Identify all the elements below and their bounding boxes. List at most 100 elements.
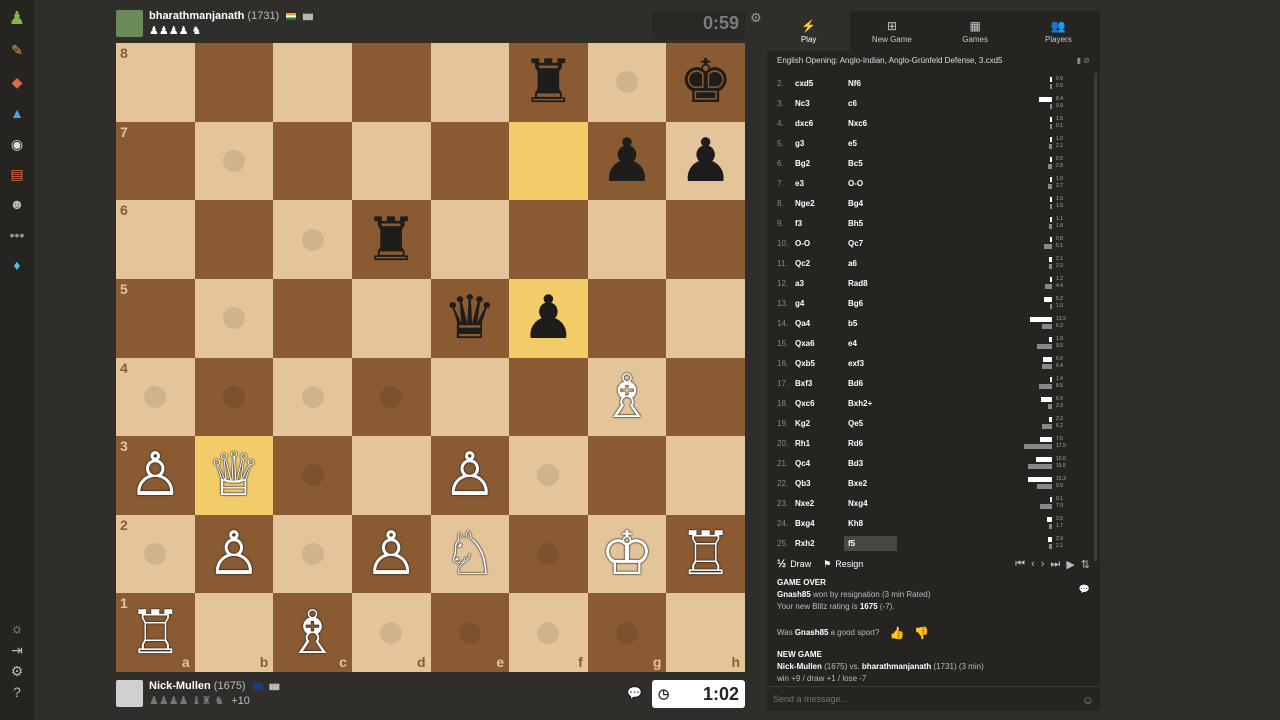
- square-f5[interactable]: ♟: [509, 278, 588, 358]
- chess-board[interactable]: 8 ♜ ♚ 7 ♟ ♟ 6 ♜ 5 ♛ ♟ 4 ♗ ♙ 3 ♕ ♙ 2 ♙ ♙ ♘ ♔ ♖ ♖ 1 a b ♗ c d e f g h: [116, 43, 745, 672]
- square-h6[interactable]: [666, 200, 745, 279]
- chat-options-icon[interactable]: 💬: [1079, 584, 1090, 595]
- black-move[interactable]: a6: [848, 259, 901, 268]
- square-a7[interactable]: 7: [116, 121, 195, 201]
- square-h2[interactable]: ♖: [666, 514, 745, 594]
- first-move-icon[interactable]: ⏮: [1015, 558, 1025, 571]
- legal-move-dot[interactable]: [222, 307, 245, 330]
- tab-play[interactable]: ⚡ Play: [767, 11, 851, 51]
- black-move[interactable]: Bxe2: [848, 479, 901, 488]
- legal-move-dot[interactable]: [380, 621, 403, 644]
- message-input[interactable]: [773, 693, 1053, 705]
- white-move[interactable]: Nxe2: [795, 499, 848, 508]
- legal-move-dot[interactable]: [616, 621, 639, 644]
- white-piece-icon[interactable]: ♙: [364, 524, 418, 584]
- square-c3[interactable]: [273, 436, 352, 515]
- black-move[interactable]: Bg6: [848, 299, 901, 308]
- square-f1[interactable]: f: [509, 593, 588, 672]
- black-move[interactable]: c6: [848, 99, 901, 108]
- white-move[interactable]: f3: [795, 219, 848, 228]
- logout-icon[interactable]: ⇥: [7, 640, 27, 660]
- black-move[interactable]: Qc7: [848, 239, 901, 248]
- square-a3[interactable]: ♙ 3: [116, 436, 195, 515]
- social-icon[interactable]: ☻: [7, 194, 27, 214]
- square-e2[interactable]: ♘: [430, 514, 510, 594]
- square-b1[interactable]: b: [194, 593, 274, 672]
- puzzle-icon[interactable]: ✎: [7, 40, 27, 60]
- square-f6[interactable]: [509, 200, 588, 279]
- white-move[interactable]: O-O: [795, 239, 848, 248]
- tab-new-game[interactable]: ⊞ New Game: [850, 11, 933, 51]
- white-move[interactable]: Nc3: [795, 99, 848, 108]
- legal-move-dot[interactable]: [380, 385, 403, 408]
- white-piece-icon[interactable]: ♙: [128, 445, 182, 505]
- move-list[interactable]: 2. cxd5 Nf6 0.9 0.9 3. Nc3 c6 8.4 0.9 4. dxc6 Nxc6 1.…: [767, 73, 1100, 561]
- black-move[interactable]: Bc5: [848, 159, 901, 168]
- help-icon[interactable]: ?: [7, 682, 27, 702]
- black-move[interactable]: Qe5: [848, 419, 901, 428]
- black-piece-icon[interactable]: ♜: [364, 210, 418, 270]
- black-move[interactable]: Kh8: [848, 519, 901, 528]
- square-e1[interactable]: e: [430, 593, 510, 672]
- square-g3[interactable]: [587, 436, 667, 515]
- legal-move-dot[interactable]: [144, 543, 167, 566]
- white-move[interactable]: Rxh2: [795, 539, 848, 548]
- white-move[interactable]: Qb3: [795, 479, 848, 488]
- white-piece-icon[interactable]: ♖: [128, 603, 182, 663]
- chat-icon[interactable]: 💬: [627, 686, 642, 700]
- move-list-scrollbar[interactable]: [1094, 73, 1097, 561]
- white-move[interactable]: Rh1: [795, 439, 848, 448]
- learn-icon[interactable]: ▲: [7, 103, 27, 123]
- square-c7[interactable]: [273, 121, 352, 201]
- black-move[interactable]: Bd3: [848, 459, 901, 468]
- legal-move-dot[interactable]: [301, 385, 324, 408]
- square-b8[interactable]: [194, 43, 274, 122]
- white-piece-icon[interactable]: ♔: [600, 524, 654, 584]
- square-c6[interactable]: [273, 200, 352, 279]
- black-piece-icon[interactable]: ♟: [600, 131, 654, 191]
- sport-q-name[interactable]: Gnash85: [795, 627, 829, 639]
- white-move[interactable]: g4: [795, 299, 848, 308]
- square-f2[interactable]: [509, 514, 588, 594]
- white-piece-icon[interactable]: ♙: [207, 524, 261, 584]
- black-move[interactable]: b5: [848, 319, 901, 328]
- black-move[interactable]: Bg4: [848, 199, 901, 208]
- square-g6[interactable]: [587, 200, 667, 279]
- black-move[interactable]: Nf6: [848, 79, 901, 88]
- ng-white[interactable]: Nick-Mullen: [777, 662, 822, 671]
- legal-move-dot[interactable]: [537, 621, 560, 644]
- square-h7[interactable]: ♟: [666, 121, 745, 201]
- square-e6[interactable]: [430, 200, 510, 279]
- square-f8[interactable]: ♜: [509, 43, 588, 122]
- square-a5[interactable]: 5: [116, 278, 195, 358]
- square-g7[interactable]: ♟: [587, 121, 667, 201]
- white-move[interactable]: dxc6: [795, 119, 848, 128]
- next-move-icon[interactable]: ›: [1041, 558, 1045, 571]
- square-d4[interactable]: [351, 357, 431, 437]
- legal-move-dot[interactable]: [301, 228, 324, 251]
- square-e5[interactable]: ♛: [430, 278, 510, 358]
- square-a8[interactable]: 8: [116, 43, 195, 122]
- square-d6[interactable]: ♜: [351, 200, 431, 279]
- black-piece-icon[interactable]: ♜: [522, 52, 576, 112]
- pawn-icon[interactable]: ♟: [7, 8, 27, 28]
- square-e7[interactable]: [430, 121, 510, 201]
- thumbs-down-icon[interactable]: 👎: [914, 627, 929, 639]
- diamond-icon[interactable]: ♦: [7, 255, 27, 275]
- square-e4[interactable]: [430, 357, 510, 437]
- play-move-icon[interactable]: ▶: [1066, 558, 1074, 571]
- square-h5[interactable]: [666, 278, 745, 358]
- square-b5[interactable]: [194, 278, 274, 358]
- square-g8[interactable]: [587, 43, 667, 122]
- legal-move-dot[interactable]: [458, 621, 481, 644]
- gear-icon[interactable]: ⚙: [750, 10, 762, 26]
- square-e3[interactable]: ♙: [430, 436, 510, 515]
- white-move[interactable]: Bxf3: [795, 379, 848, 388]
- square-c4[interactable]: [273, 357, 352, 437]
- black-move[interactable]: e5: [848, 139, 901, 148]
- white-move[interactable]: Bg2: [795, 159, 848, 168]
- avatar[interactable]: [116, 10, 143, 37]
- square-h8[interactable]: ♚: [666, 43, 745, 122]
- square-h3[interactable]: [666, 436, 745, 515]
- square-b2[interactable]: ♙: [194, 514, 274, 594]
